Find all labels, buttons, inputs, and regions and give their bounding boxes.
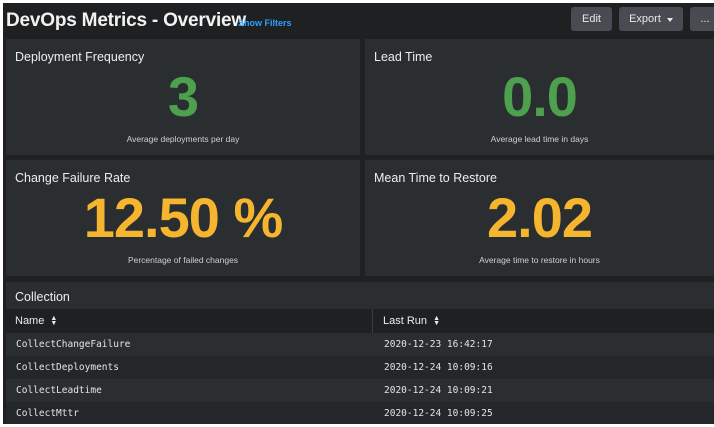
show-filters-link[interactable]: Show Filters [238, 18, 292, 28]
panel-title: Lead Time [374, 50, 433, 64]
metric-caption: Average deployments per day [126, 134, 240, 144]
page-title: DevOps Metrics - Overview [6, 10, 246, 31]
metric-caption: Average time to restore in hours [479, 255, 600, 265]
panel-title: Mean Time to Restore [374, 171, 497, 185]
table-row[interactable]: CollectLeadtime 2020-12-24 10:09:21 [6, 379, 714, 402]
column-header-name[interactable]: Name ▲ ▼ [15, 315, 57, 327]
table-row[interactable]: CollectMttr 2020-12-24 10:09:25 [6, 402, 714, 424]
export-button[interactable]: Export [619, 7, 683, 31]
cell-last-run: 2020-12-23 16:42:17 [384, 339, 493, 350]
cell-last-run: 2020-12-24 10:09:16 [384, 362, 493, 373]
metric-value: 2.02 [487, 186, 593, 249]
cell-name: CollectChangeFailure [16, 339, 131, 350]
collection-title: Collection [15, 290, 70, 304]
export-button-label: Export [629, 13, 661, 25]
column-header-last-run[interactable]: Last Run ▲ ▼ [383, 315, 440, 327]
panel-deployment-frequency: Deployment Frequency 3 Average deploymen… [6, 39, 360, 155]
cell-name: CollectDeployments [16, 362, 119, 373]
cell-name: CollectMttr [16, 408, 79, 419]
panel-change-failure-rate: Change Failure Rate 12.50 % Percentage o… [6, 160, 360, 276]
sort-icon: ▲ ▼ [433, 315, 441, 328]
dashboard: DevOps Metrics - Overview Show Filters E… [3, 3, 714, 424]
more-options-button[interactable]: ... [690, 7, 714, 31]
cell-last-run: 2020-12-24 10:09:21 [384, 385, 493, 396]
column-divider [372, 309, 373, 333]
table-header: Name ▲ ▼ Last Run ▲ ▼ [6, 309, 714, 333]
table-row[interactable]: CollectDeployments 2020-12-24 10:09:16 [6, 356, 714, 379]
collection-table-panel: Collection Name ▲ ▼ Last Run ▲ ▼ CollectCh… [6, 282, 714, 424]
cell-last-run: 2020-12-24 10:09:25 [384, 408, 493, 419]
panel-title: Change Failure Rate [15, 171, 131, 185]
metric-caption: Average lead time in days [490, 134, 589, 144]
more-options-label: ... [700, 13, 710, 25]
metric-value: 0.0 [502, 65, 578, 128]
panel-title: Deployment Frequency [15, 50, 145, 64]
panel-lead-time: Lead Time 0.0 Average lead time in days [365, 39, 714, 155]
panel-mean-time-to-restore: Mean Time to Restore 2.02 Average time t… [365, 160, 714, 276]
metric-caption: Percentage of failed changes [127, 255, 239, 265]
column-header-label: Last Run [383, 315, 428, 327]
column-header-label: Name [15, 315, 45, 327]
metric-value: 12.50 % [83, 186, 284, 249]
metric-value: 3 [167, 65, 199, 128]
edit-button[interactable]: Edit [571, 7, 612, 31]
caret-down-icon [666, 17, 673, 22]
cell-name: CollectLeadtime [16, 385, 102, 396]
dashboard-header: DevOps Metrics - Overview Show Filters E… [3, 3, 714, 37]
table-row[interactable]: CollectChangeFailure 2020-12-23 16:42:17 [6, 333, 714, 356]
edit-button-label: Edit [582, 13, 601, 25]
sort-icon: ▲ ▼ [50, 315, 58, 328]
